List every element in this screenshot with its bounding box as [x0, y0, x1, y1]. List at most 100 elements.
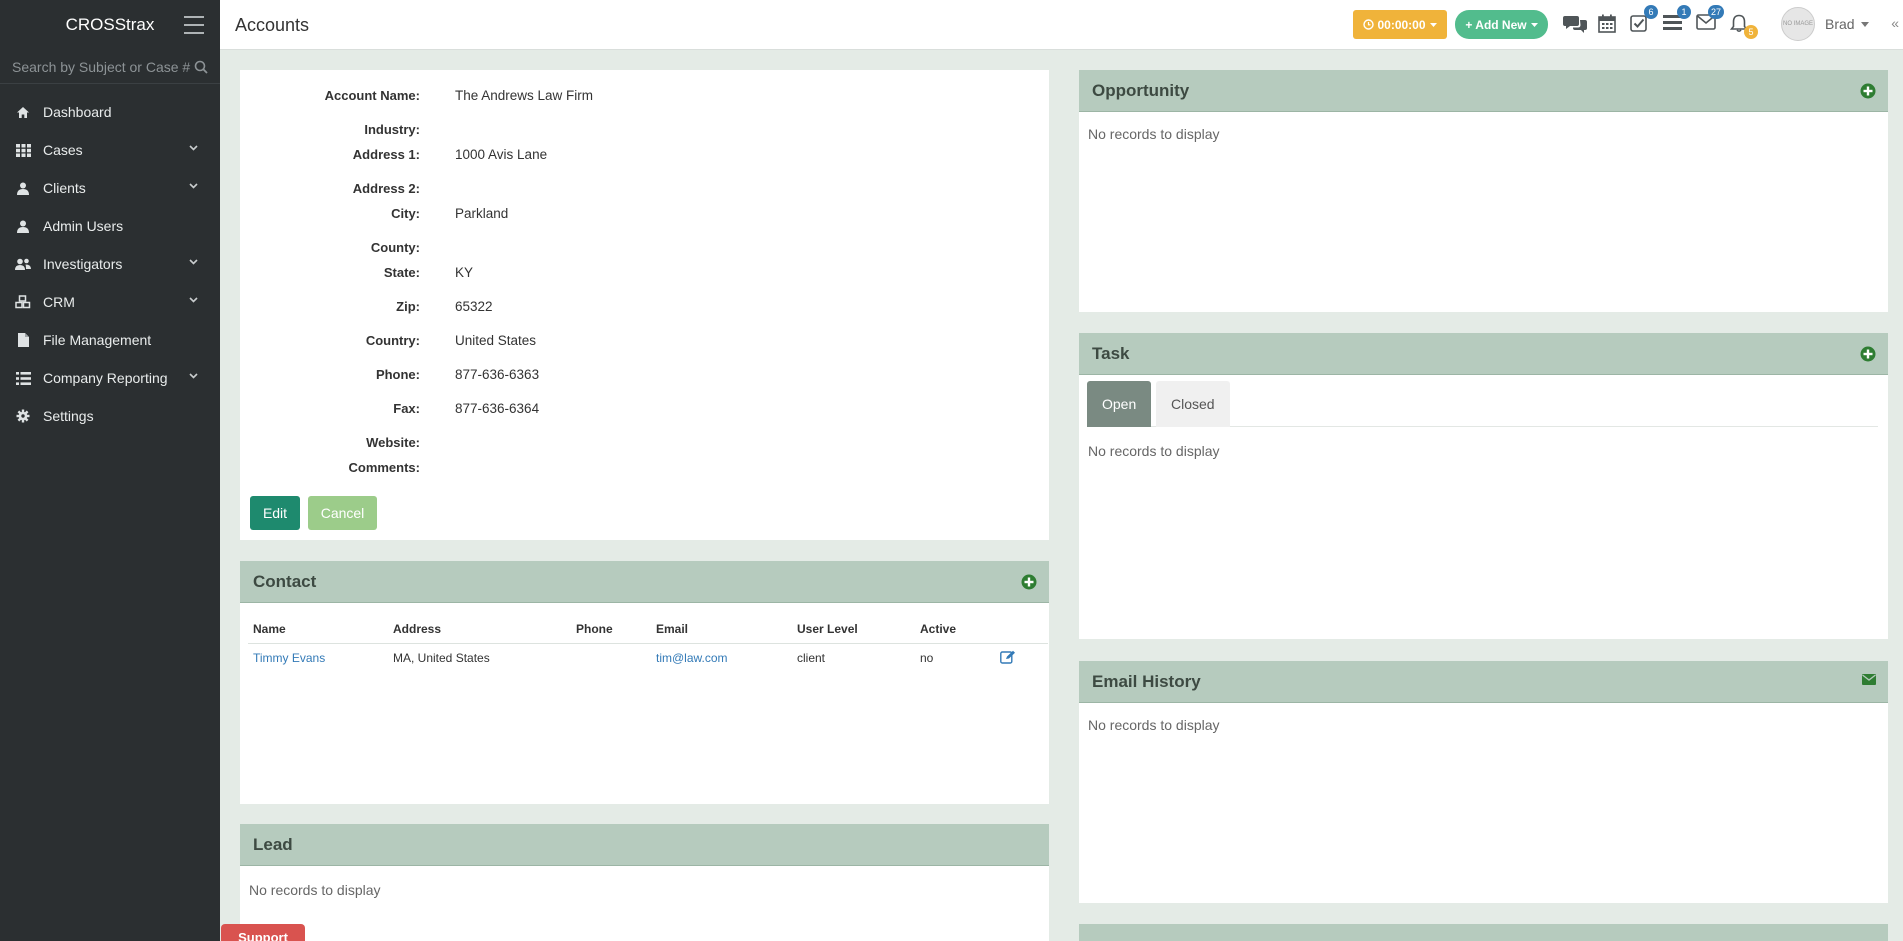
support-button[interactable]: Support	[221, 924, 305, 941]
contact-panel: Contact Name Address Phone Email User Le…	[240, 561, 1049, 804]
field-label: Fax:	[393, 401, 420, 416]
col-user-level[interactable]: User Level	[792, 615, 915, 644]
col-address[interactable]: Address	[388, 615, 571, 644]
add-new-label: + Add New	[1465, 17, 1527, 32]
add-new-button[interactable]: + Add New	[1455, 10, 1548, 39]
file-icon	[15, 332, 31, 348]
field-value: The Andrews Law Firm	[455, 88, 594, 103]
lead-panel: Lead No records to display	[240, 824, 1049, 941]
task-panel: Task Open Closed No records to display	[1079, 333, 1888, 639]
col-active[interactable]: Active	[915, 615, 995, 644]
col-actions	[995, 615, 1048, 644]
avatar[interactable]: NO IMAGE	[1781, 7, 1815, 41]
field-value: 877-636-6364	[455, 401, 540, 416]
sidebar-item-dashboard[interactable]: Dashboard	[0, 93, 220, 131]
email-history-panel: Email History No records to display	[1079, 661, 1888, 903]
mail-badge: 27	[1707, 5, 1724, 19]
panel-title: Lead	[253, 834, 293, 854]
caret-down-icon	[1860, 21, 1869, 27]
sidebar-item-settings[interactable]: Settings	[0, 397, 220, 435]
home-icon	[15, 104, 31, 120]
search-icon[interactable]	[194, 60, 208, 74]
contact-phone	[571, 643, 651, 673]
sidebar-item-cases[interactable]: Cases	[0, 131, 220, 169]
col-name[interactable]: Name	[248, 615, 388, 644]
tasks-icon[interactable]: 6	[1630, 5, 1658, 36]
user-name[interactable]: Brad	[1825, 16, 1855, 32]
sidebar-item-label: Company Reporting	[43, 370, 168, 386]
user-menu[interactable]: NO IMAGE Brad	[1781, 7, 1869, 41]
contact-table: Name Address Phone Email User Level Acti…	[248, 615, 1048, 673]
field-value: 877-636-6363	[455, 367, 540, 382]
account-details-panel: Account Name: The Andrews Law Firm Indust…	[240, 70, 1049, 540]
sidebar-item-file-management[interactable]: File Management	[0, 321, 220, 359]
add-circle-icon[interactable]	[1021, 574, 1037, 590]
hamburger-menu-icon[interactable]	[184, 16, 204, 34]
col-phone[interactable]: Phone	[571, 615, 651, 644]
timer-button[interactable]: 00:00:00	[1353, 10, 1447, 39]
top-bar: Accounts 00:00:00 + Add New 6 1 27 5 NO …	[220, 0, 1903, 50]
contact-active: no	[920, 651, 934, 665]
tab-open[interactable]: Open	[1087, 381, 1152, 427]
list-badge: 1	[1677, 5, 1691, 19]
field-label: County:	[370, 240, 420, 255]
attachments-panel	[1079, 924, 1888, 941]
sidebar-item-label: Dashboard	[43, 104, 112, 120]
sidebar-item-label: File Management	[43, 332, 152, 348]
panel-title: Contact	[253, 571, 317, 591]
sidebar-item-clients[interactable]: Clients	[0, 169, 220, 207]
add-circle-icon[interactable]	[1860, 346, 1876, 362]
empty-message: No records to display	[1088, 126, 1220, 142]
chat-icon[interactable]	[1563, 14, 1587, 36]
mail-icon[interactable]: 27	[1696, 5, 1724, 36]
sidebar-search	[0, 50, 220, 84]
sidebar-item-company-reporting[interactable]: Company Reporting	[0, 359, 220, 397]
field-label: Account Name:	[324, 88, 420, 103]
list-icon[interactable]: 1	[1663, 5, 1691, 36]
bell-icon[interactable]: 5	[1729, 14, 1758, 39]
contact-panel-header: Contact	[240, 561, 1049, 603]
field-value: KY	[455, 265, 474, 280]
bell-badge: 5	[1744, 25, 1758, 39]
search-input[interactable]	[12, 58, 194, 75]
field-label: State:	[383, 265, 420, 280]
field-label: Phone:	[375, 367, 420, 382]
field-value: Parkland	[455, 206, 509, 221]
task-panel-header: Task	[1079, 333, 1888, 375]
brand-logo[interactable]: CROSStrax	[66, 15, 155, 35]
field-label: Zip:	[396, 299, 420, 314]
sidebar-item-label: Clients	[43, 180, 86, 196]
edit-button[interactable]: Edit	[250, 496, 300, 530]
contact-email-link[interactable]: tim@law.com	[656, 651, 728, 665]
sidebar-item-investigators[interactable]: Investigators	[0, 245, 220, 283]
field-label: Website:	[366, 435, 420, 450]
contact-name-link[interactable]: Timmy Evans	[253, 651, 325, 665]
sidebar-item-label: Settings	[43, 408, 94, 424]
sidebar-item-admin-users[interactable]: Admin Users	[0, 207, 220, 245]
tab-closed[interactable]: Closed	[1156, 381, 1230, 427]
edit-icon[interactable]	[1000, 650, 1016, 664]
sidebar-item-crm[interactable]: CRM	[0, 283, 220, 321]
opportunity-panel-header: Opportunity	[1079, 70, 1888, 112]
contact-user-level: client	[797, 651, 826, 665]
sidebar-item-label: CRM	[43, 294, 75, 310]
timer-label: 00:00:00	[1377, 17, 1426, 32]
field-label: Industry:	[364, 122, 420, 137]
collapse-panel-icon[interactable]: «	[1891, 15, 1899, 31]
cancel-button[interactable]: Cancel	[308, 496, 377, 530]
attachments-panel-header	[1079, 924, 1888, 941]
tasks-badge: 6	[1644, 5, 1658, 19]
field-label: Address 1:	[352, 147, 420, 162]
envelope-icon[interactable]	[1862, 674, 1876, 685]
field-value: 1000 Avis Lane	[455, 147, 548, 162]
field-label: Address 2:	[352, 181, 420, 196]
caret-down-icon	[1429, 22, 1437, 27]
grid-icon	[15, 142, 31, 158]
col-email[interactable]: Email	[651, 615, 792, 644]
calendar-icon[interactable]	[1598, 14, 1620, 36]
sidebar-item-label: Admin Users	[43, 218, 124, 234]
table-row: Timmy Evans MA, United States tim@law.co…	[248, 643, 1048, 673]
chevron-down-icon	[189, 259, 198, 265]
add-circle-icon[interactable]	[1860, 83, 1876, 99]
clock-icon	[1363, 19, 1375, 30]
